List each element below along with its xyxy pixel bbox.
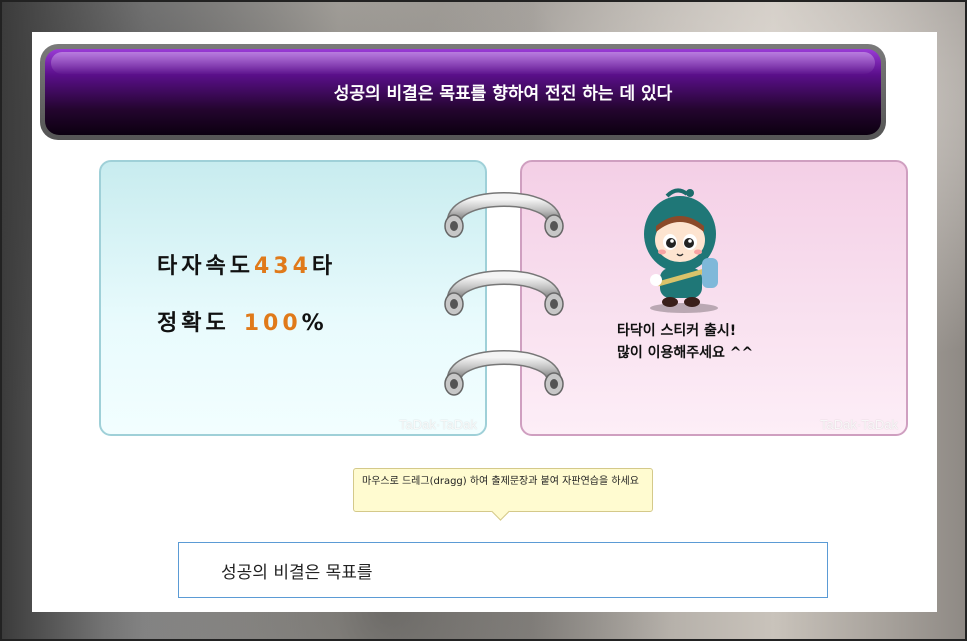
watermark-right: TaDak·TaDak [819,417,898,432]
typing-area[interactable] [178,542,828,598]
accuracy-unit: % [301,311,328,336]
binder-ring-icon [444,192,564,238]
practice-window: 성공의 비결은 목표를 향하여 전진 하는 데 있다 타자속도434타 정확도 1… [32,32,937,612]
watermark-left: TaDak·TaDak [398,417,477,432]
sticker-line-1: 타닥이 스티커 출시! [617,323,737,339]
sticker-announcement: 타닥이 스티커 출시! 많이 이용해주세요 ^^ [617,320,753,364]
speed-value: 434 [253,254,312,279]
accuracy-value: 100 [243,311,302,336]
sticker-card: 타닥이 스티커 출시! 많이 이용해주세요 ^^ TaDak·TaDak [520,160,908,436]
typing-accuracy: 정확도 100% [157,305,328,337]
binder-rings [442,180,567,400]
speed-label: 타자속도 [157,254,254,279]
target-sentence: 성공의 비결은 목표를 향하여 전진 하는 데 있다 [333,84,673,104]
sticker-line-2: 많이 이용해주세요 ^^ [617,345,754,361]
binder-ring-icon [444,270,564,316]
binder-ring-icon [444,350,564,396]
sentence-banner: 성공의 비결은 목표를 향하여 전진 하는 데 있다 [40,44,886,140]
typing-speed: 타자속도434타 [157,248,336,280]
speed-unit: 타 [311,254,337,279]
mascot-icon [644,188,718,313]
accuracy-label: 정확도 [157,311,230,336]
typing-input[interactable] [179,543,827,597]
drag-hint-tooltip: 마우스로 드레그(dragg) 하여 출제문장과 붙여 자판연습을 하세요 [353,468,653,512]
stats-card: 타자속도434타 정확도 100% TaDak·TaDak [99,160,487,436]
